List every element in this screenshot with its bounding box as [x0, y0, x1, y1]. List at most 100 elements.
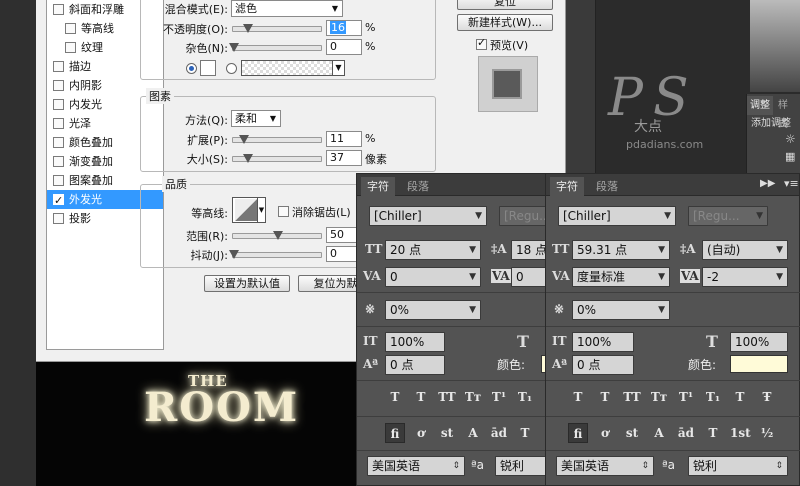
type-style-button[interactable]: TT — [622, 387, 642, 407]
style-checkbox[interactable] — [53, 191, 64, 210]
text-color-swatch[interactable] — [730, 355, 788, 373]
make-default-button[interactable]: 设置为默认值 — [204, 275, 290, 292]
opentype-button[interactable]: ½ — [757, 423, 777, 443]
opentype-button[interactable]: T — [703, 423, 723, 443]
kerning-select[interactable]: 度量标准 ▼ — [572, 267, 670, 287]
style-checkbox[interactable] — [65, 23, 76, 34]
type-style-button[interactable]: T — [730, 387, 750, 407]
type-style-button[interactable]: T — [385, 387, 405, 407]
font-style-select[interactable]: [Regu... ▼ — [688, 206, 768, 226]
range-slider[interactable] — [232, 231, 322, 240]
opentype-button[interactable]: A — [463, 423, 483, 443]
font-size-select[interactable]: 20 点 ▼ — [385, 240, 481, 260]
opentype-button[interactable]: ơ — [595, 423, 615, 443]
opentype-button[interactable]: st — [437, 423, 457, 443]
language-select[interactable]: 美国英语 ⇕ — [556, 456, 654, 476]
method-select[interactable]: 柔和 ▼ — [231, 110, 281, 127]
tsume-select[interactable]: 0% ▼ — [572, 300, 670, 320]
noise-slider[interactable] — [229, 43, 322, 52]
color-radio[interactable] — [186, 63, 197, 74]
contour-dropdown-arrow[interactable]: ▼ — [257, 198, 265, 222]
opentype-button[interactable]: ād — [676, 423, 696, 443]
baseline-input[interactable]: 0 点 — [385, 355, 445, 375]
font-family-select[interactable]: [Chiller] ▼ — [369, 206, 487, 226]
type-style-button[interactable]: T¹ — [489, 387, 509, 407]
type-style-button[interactable]: T — [568, 387, 588, 407]
type-style-button[interactable]: T₁ — [515, 387, 535, 407]
tsume-select[interactable]: 0% ▼ — [385, 300, 481, 320]
type-style-button[interactable]: TT — [437, 387, 457, 407]
style-checkbox[interactable] — [53, 213, 64, 224]
opentype-button[interactable]: A — [649, 423, 669, 443]
opentype-button[interactable]: st — [622, 423, 642, 443]
style-checkbox[interactable] — [53, 99, 64, 110]
size-slider[interactable] — [232, 154, 322, 163]
preview-checkbox[interactable] — [476, 36, 487, 50]
spread-slider[interactable] — [232, 135, 322, 144]
tab-character[interactable]: 字符 — [550, 177, 584, 196]
tab-character[interactable]: 字符 — [361, 177, 395, 196]
opentype-button[interactable]: 1st — [730, 423, 751, 443]
type-style-button[interactable]: Tт — [463, 387, 483, 407]
new-style-button[interactable]: 新建样式(W)... — [457, 14, 553, 31]
leading-select[interactable]: (自动) ▼ — [702, 240, 788, 260]
opentype-button[interactable]: fi — [385, 423, 405, 443]
tab-adjust[interactable]: 调整 — [747, 96, 773, 115]
type-style-button[interactable]: T — [411, 387, 431, 407]
style-checkbox[interactable] — [65, 42, 76, 53]
language-select[interactable]: 美国英语 ⇕ — [367, 456, 465, 476]
levels-icon[interactable]: ▦ — [785, 150, 795, 163]
opentype-button[interactable]: ād — [489, 423, 509, 443]
opacity-input[interactable]: 16 — [326, 20, 362, 36]
opacity-slider-thumb[interactable] — [243, 24, 253, 33]
blend-mode-select[interactable]: 滤色 ▼ — [231, 0, 343, 17]
tab-paragraph[interactable]: 段落 — [401, 177, 435, 196]
type-style-button[interactable]: T¹ — [676, 387, 696, 407]
opacity-slider[interactable] — [232, 24, 322, 33]
tab-styles[interactable]: 样式 — [775, 96, 800, 130]
font-size-select[interactable]: 59.31 点 ▼ — [572, 240, 670, 260]
style-checkbox[interactable] — [53, 156, 64, 167]
antialias-select[interactable]: 锐利 ⇕ — [688, 456, 788, 476]
type-style-button[interactable]: Tт — [649, 387, 669, 407]
spread-input[interactable]: 11 — [326, 131, 362, 147]
font-family-select[interactable]: [Chiller] ▼ — [558, 206, 676, 226]
antialias-checkbox[interactable] — [278, 206, 289, 217]
tracking-select[interactable]: -2 ▼ — [702, 267, 788, 287]
gradient-radio[interactable] — [226, 63, 237, 74]
glow-color-swatch[interactable] — [200, 60, 216, 76]
style-checkbox[interactable] — [53, 61, 64, 72]
jitter-slider-thumb[interactable] — [229, 250, 239, 259]
color-picker-area[interactable] — [750, 0, 800, 92]
style-checkbox[interactable] — [53, 175, 64, 186]
contour-picker[interactable]: ▼ — [232, 197, 266, 223]
opentype-button[interactable]: T — [515, 423, 535, 443]
size-input[interactable]: 37 — [326, 150, 362, 166]
type-style-button[interactable]: T₁ — [703, 387, 723, 407]
gradient-picker[interactable]: ▼ — [241, 60, 345, 76]
kerning-select[interactable]: 0 ▼ — [385, 267, 481, 287]
range-slider-thumb[interactable] — [273, 231, 283, 240]
tab-paragraph[interactable]: 段落 — [590, 177, 624, 196]
style-checkbox[interactable] — [53, 137, 64, 148]
panel-collapse-icon[interactable]: ▶▶ — [760, 178, 775, 189]
document-canvas[interactable]: THE ROOM — [36, 362, 356, 486]
style-checkbox[interactable] — [53, 118, 64, 129]
gradient-dropdown-arrow[interactable]: ▼ — [332, 61, 344, 75]
jitter-slider[interactable] — [229, 250, 322, 259]
size-slider-thumb[interactable] — [243, 154, 253, 163]
noise-slider-thumb[interactable] — [229, 43, 239, 52]
brightness-icon[interactable]: ☼ — [785, 132, 796, 146]
reset-button[interactable]: 复位 — [457, 0, 553, 10]
vertical-scale-input[interactable]: 100% — [385, 332, 445, 352]
noise-input[interactable]: 0 — [326, 39, 362, 55]
spread-slider-thumb[interactable] — [239, 135, 249, 144]
baseline-input[interactable]: 0 点 — [572, 355, 634, 375]
vertical-scale-input[interactable]: 100% — [572, 332, 634, 352]
type-style-button[interactable]: Ŧ — [757, 387, 777, 407]
panel-menu-icon[interactable]: ▾≡ — [784, 177, 799, 190]
type-style-button[interactable]: T — [595, 387, 615, 407]
style-checkbox[interactable] — [53, 4, 64, 15]
opentype-button[interactable]: fi — [568, 423, 588, 443]
style-checkbox[interactable] — [53, 80, 64, 91]
